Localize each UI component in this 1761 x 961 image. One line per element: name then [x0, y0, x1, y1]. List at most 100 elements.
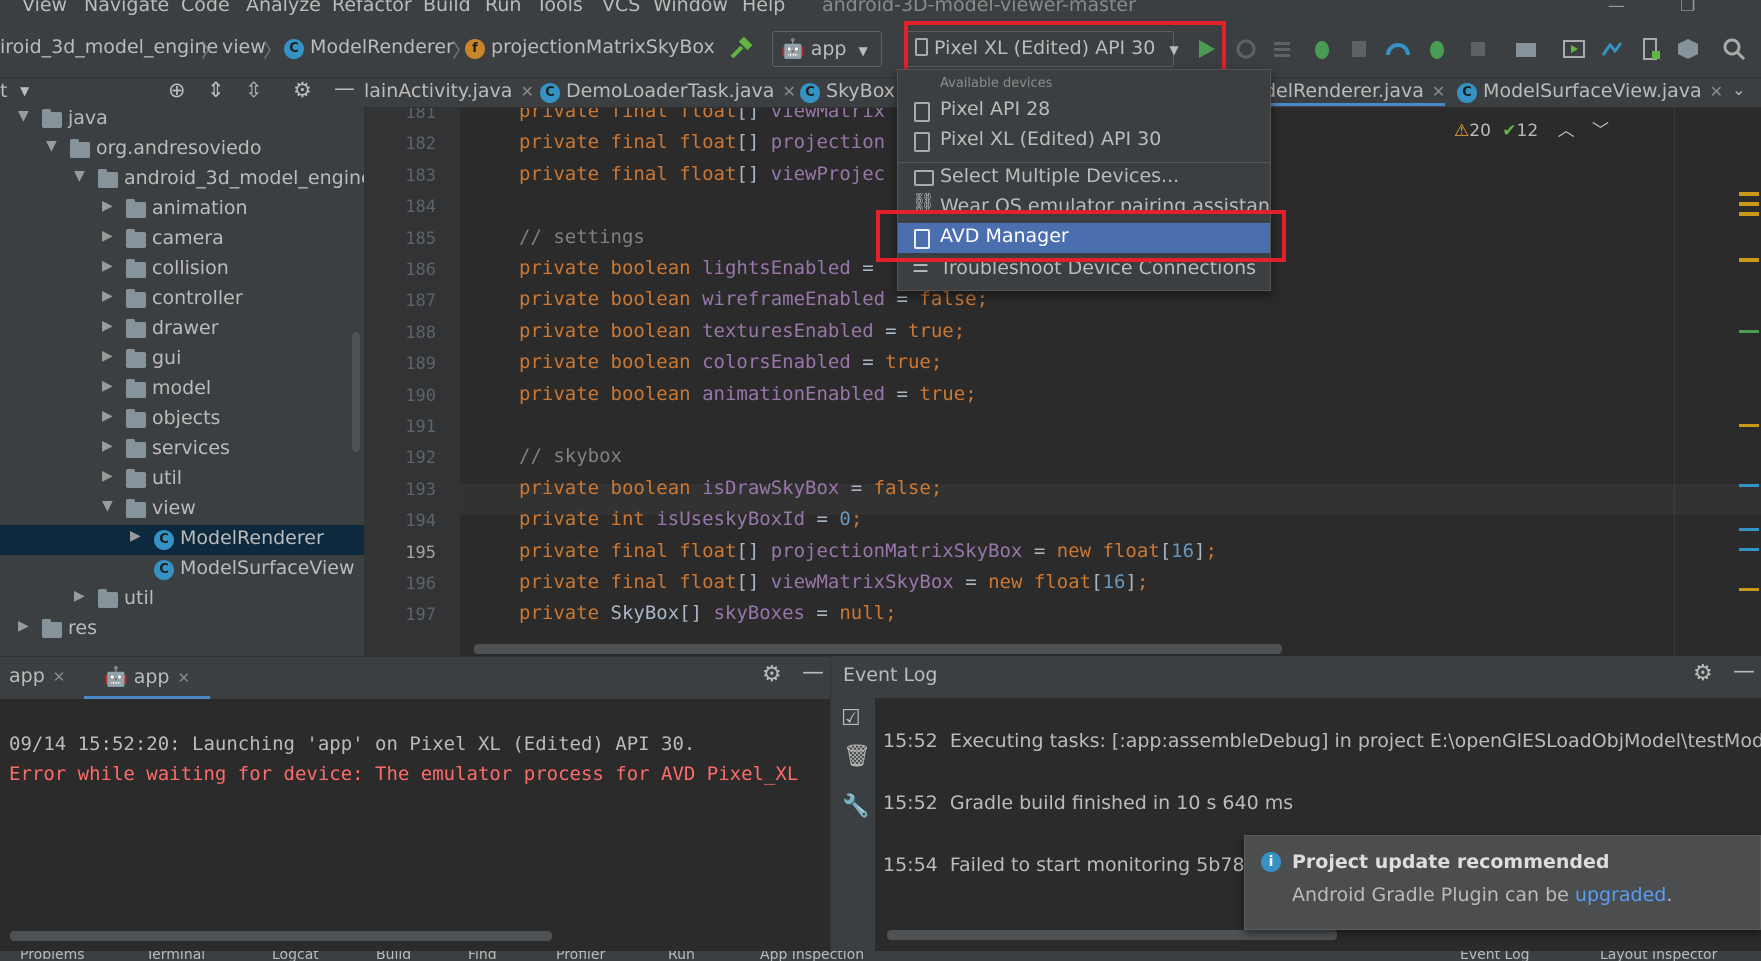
chevron-right-icon[interactable]: ▶	[102, 468, 113, 484]
hide-panel-icon[interactable]: —	[1733, 659, 1755, 684]
tree-item[interactable]: ▶ camera	[0, 225, 364, 255]
apply-changes-icon[interactable]	[1232, 35, 1260, 63]
menu-code[interactable]: Code	[181, 0, 230, 16]
gear-icon[interactable]: ⚙	[1693, 661, 1713, 686]
error-stripe-mark[interactable]	[1739, 212, 1759, 216]
chevron-down-icon[interactable]: ▼	[20, 84, 29, 98]
trash-icon[interactable]: 🗑	[843, 744, 871, 769]
tree-item[interactable]: ▶ controller	[0, 285, 364, 315]
apply-code-changes-icon[interactable]	[1268, 35, 1296, 63]
console-horizontal-scrollbar[interactable]	[10, 931, 552, 941]
tree-item[interactable]: ▶ util	[0, 585, 364, 615]
build-hammer-icon[interactable]	[728, 35, 756, 63]
event-log-tool-button[interactable]: Event Log	[1460, 951, 1530, 961]
chevron-down-icon[interactable]: ▼	[18, 108, 29, 124]
tab-main-activity[interactable]: lainActivity.java ✕	[364, 80, 534, 102]
tree-item[interactable]: ▶ C ModelRenderer	[0, 525, 364, 555]
breadcrumb-package[interactable]: view	[222, 36, 266, 58]
gear-icon[interactable]: ⚙	[762, 662, 782, 687]
device-item-pixel-xl-api-30[interactable]: Pixel XL (Edited) API 30	[898, 126, 1270, 156]
chevron-right-icon[interactable]: ▶	[102, 408, 113, 424]
chevron-right-icon[interactable]: ▶	[102, 348, 113, 364]
run-tool-button[interactable]: Run	[668, 951, 695, 961]
event-horizontal-scrollbar[interactable]	[887, 930, 1337, 940]
build-tool-button[interactable]: Build	[376, 951, 411, 961]
inspection-widget[interactable]: ⚠20 ✔12 ︿ ﹀	[1454, 116, 1609, 141]
tree-item[interactable]: ▶ objects	[0, 405, 364, 435]
menu-tools[interactable]: Tools	[536, 0, 583, 16]
minimize-icon[interactable]: —	[1608, 0, 1625, 16]
chevron-right-icon[interactable]: ▶	[102, 258, 113, 274]
chevron-down-icon[interactable]: ▼	[102, 498, 113, 514]
sdk-manager-icon[interactable]	[1674, 35, 1702, 63]
error-stripe-mark[interactable]	[1739, 548, 1759, 551]
menu-refactor[interactable]: Refactor	[332, 0, 412, 16]
chevron-down-icon[interactable]: ▼	[74, 168, 85, 184]
tree-item[interactable]: C ModelSurfaceView	[0, 555, 364, 585]
debug-icon[interactable]	[1308, 35, 1336, 63]
chevron-right-icon[interactable]: ▶	[102, 438, 113, 454]
chevron-right-icon[interactable]: ▶	[102, 318, 113, 334]
profiler-tool-button[interactable]: Profiler	[556, 951, 605, 961]
tree-item[interactable]: ▶ res	[0, 615, 364, 645]
tree-item[interactable]: ▶ model	[0, 375, 364, 405]
terminal-tool-button[interactable]: Terminal	[146, 951, 205, 961]
menu-analyze[interactable]: Analyze	[246, 0, 321, 16]
chevron-right-icon[interactable]: ▶	[102, 228, 113, 244]
error-stripe-mark[interactable]	[1739, 202, 1759, 206]
tab-overflow-chevron-down-icon[interactable]: ⌄	[1732, 80, 1745, 99]
tree-item[interactable]: ▼ java	[0, 105, 364, 135]
breadcrumb-field[interactable]: f projectionMatrixSkyBox	[465, 36, 715, 59]
tab-demo-loader-task[interactable]: C DemoLoaderTask.java ✕	[540, 80, 796, 103]
close-icon[interactable]: ✕	[1432, 82, 1445, 101]
tree-item[interactable]: ▼ org.andresoviedo	[0, 135, 364, 165]
profile-icon[interactable]	[1384, 35, 1412, 63]
breadcrumb-module[interactable]: iroid_3d_model_engine	[0, 36, 218, 58]
tree-item[interactable]: ▼ android_3d_model_engine	[0, 165, 364, 195]
close-icon[interactable]: ✕	[177, 669, 190, 687]
menu-view[interactable]: View	[22, 0, 67, 16]
project-structure-icon[interactable]	[1512, 35, 1540, 63]
coverage-icon[interactable]	[1346, 35, 1374, 63]
chevron-down-icon[interactable]: ▼	[46, 138, 57, 154]
maximize-icon[interactable]: ❐	[1680, 0, 1695, 16]
error-stripe-mark[interactable]	[1739, 330, 1759, 333]
avd-manager-icon[interactable]	[1636, 35, 1664, 63]
tab-model-surface-view[interactable]: C ModelSurfaceView.java ✕	[1457, 80, 1723, 103]
tab-model-renderer[interactable]: delRenderer.java ✕	[1264, 80, 1446, 106]
layout-inspector-tool-button[interactable]: Layout Inspector	[1600, 951, 1717, 961]
tree-item[interactable]: ▶ services	[0, 435, 364, 465]
wear-os-pairing-item[interactable]: ⛓ Wear OS emulator pairing assistant	[898, 193, 1270, 211]
tree-item[interactable]: ▶ drawer	[0, 315, 364, 345]
chevron-right-icon[interactable]: ▶	[74, 588, 85, 604]
menu-run[interactable]: Run	[485, 0, 521, 16]
tree-item[interactable]: ▶ animation	[0, 195, 364, 225]
error-stripe-mark[interactable]	[1739, 258, 1759, 262]
hide-panel-icon[interactable]: —	[334, 78, 355, 100]
menu-build[interactable]: Build	[423, 0, 471, 16]
close-icon[interactable]: ✕	[520, 82, 533, 101]
run-tab-app-2[interactable]: 🤖 app ✕	[84, 657, 211, 699]
chevron-right-icon[interactable]: ▶	[130, 528, 141, 544]
find-tool-button[interactable]: Find	[468, 951, 497, 961]
select-multiple-devices-item[interactable]: Select Multiple Devices...	[898, 163, 1270, 193]
tree-item[interactable]: ▼ view	[0, 495, 364, 525]
expand-all-icon[interactable]: ⇕	[207, 78, 225, 102]
run-tab-app-1[interactable]: app ✕	[9, 665, 65, 687]
chevron-right-icon[interactable]: ▶	[102, 198, 113, 214]
close-icon[interactable]: ✕	[1710, 82, 1723, 101]
app-inspection-tool-button[interactable]: App Inspection	[760, 951, 864, 961]
logcat-tool-button[interactable]: Logcat	[272, 951, 319, 961]
problems-tool-button[interactable]: Problems	[20, 951, 85, 961]
collapse-all-icon[interactable]: ⇳	[245, 78, 263, 102]
close-icon[interactable]: ✕	[782, 82, 795, 101]
chevron-right-icon[interactable]: ▶	[102, 378, 113, 394]
tab-skybox[interactable]: C SkyBox	[800, 80, 895, 103]
locate-icon[interactable]: ⊕	[168, 78, 186, 102]
editor-horizontal-scrollbar[interactable]	[474, 644, 1282, 654]
error-stripe-mark[interactable]	[1739, 424, 1759, 427]
search-icon[interactable]	[1720, 35, 1748, 63]
tree-scrollbar[interactable]	[352, 332, 360, 452]
gear-icon[interactable]: ⚙	[293, 78, 312, 102]
tree-item[interactable]: ▶ util	[0, 465, 364, 495]
